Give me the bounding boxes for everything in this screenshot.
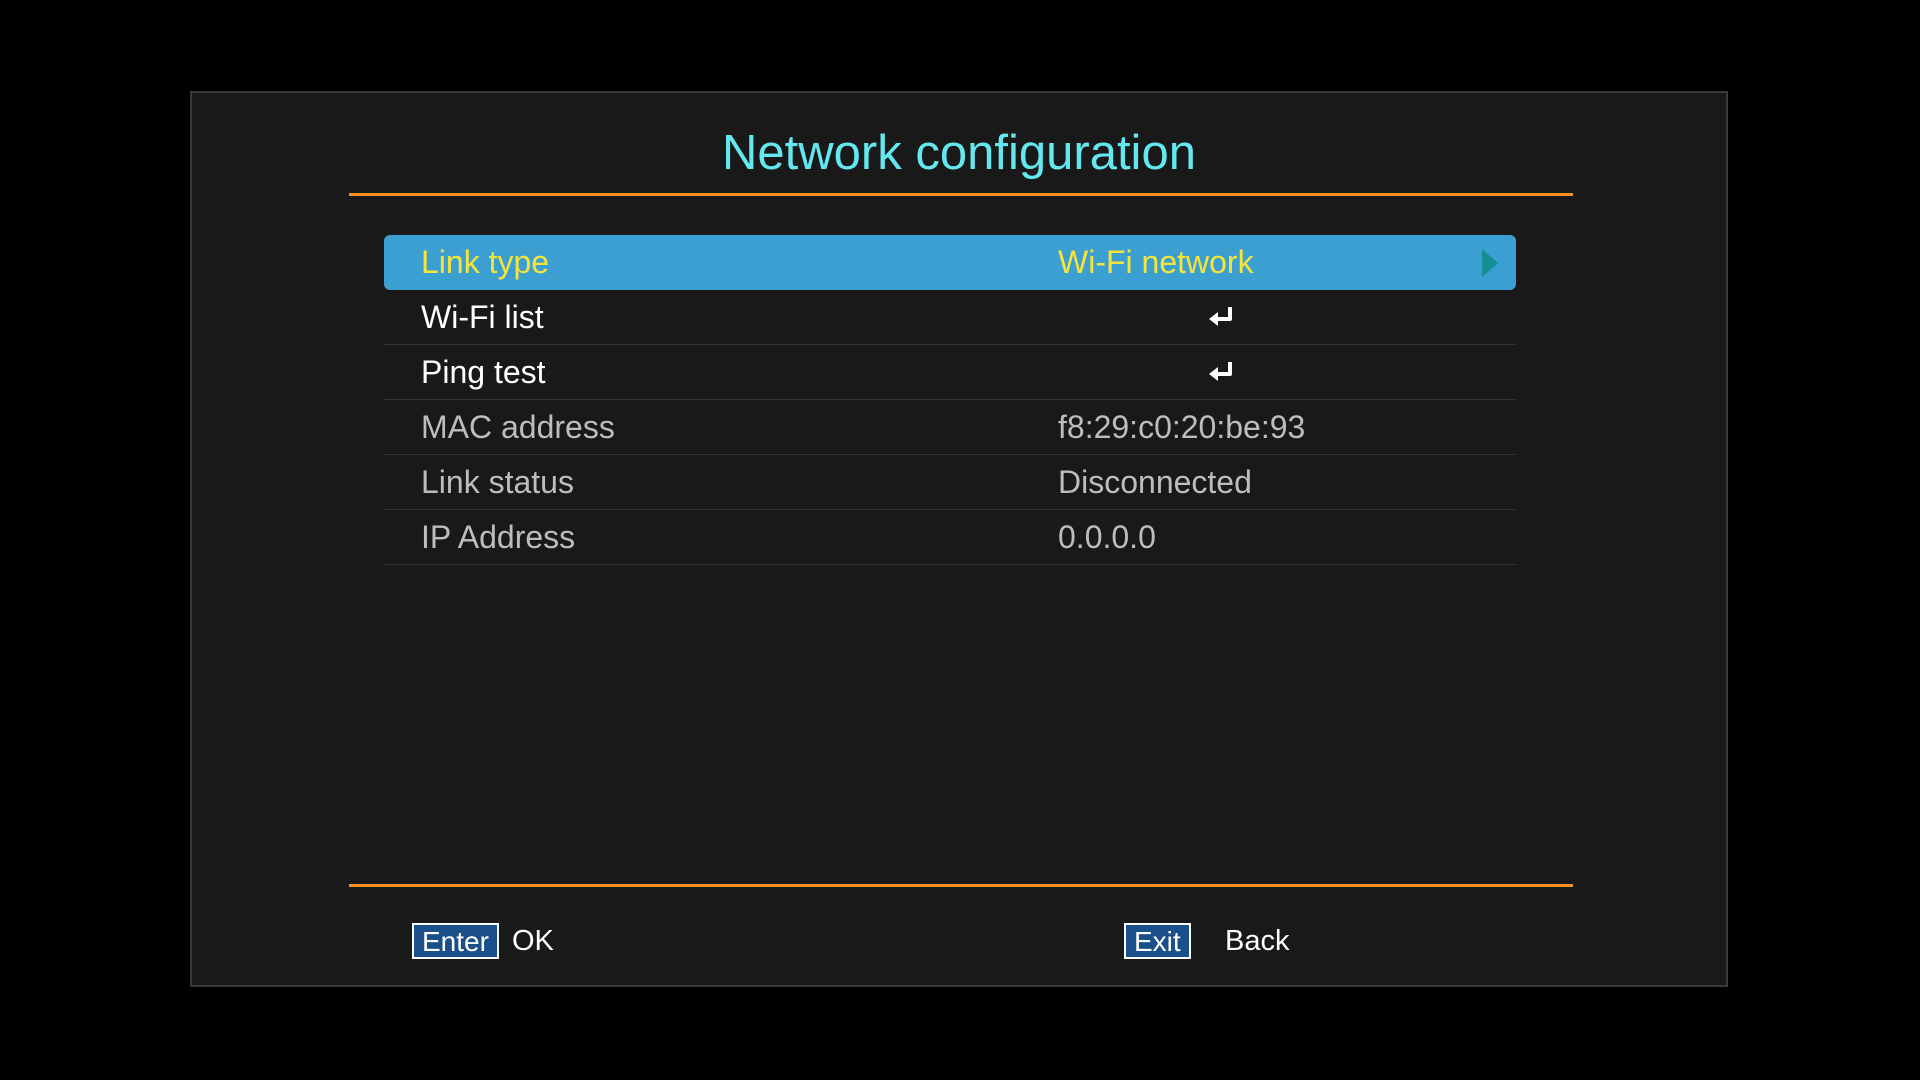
enter-return-icon [1209, 362, 1232, 381]
network-config-panel: Network configuration Link type Wi-Fi ne… [190, 91, 1728, 987]
page-title: Network configuration [722, 126, 1196, 180]
menu-item-label: IP Address [421, 519, 576, 555]
menu-item-ip-address: IP Address 0.0.0.0 [384, 510, 1516, 565]
link-type-value: Wi-Fi network [1058, 244, 1254, 280]
menu-item-label: Wi-Fi list [421, 299, 544, 335]
enter-return-icon [1209, 307, 1232, 326]
menu-item-mac-address: MAC address f8:29:c0:20:be:93 [384, 400, 1516, 455]
exit-key-hint[interactable]: Exit [1124, 923, 1191, 959]
menu-item-label: Link status [421, 464, 574, 500]
exit-action-label: Back [1225, 925, 1290, 957]
settings-menu: Link type Wi-Fi network Wi-Fi list Ping … [384, 235, 1516, 565]
top-divider [349, 193, 1573, 196]
mac-address-value: f8:29:c0:20:be:93 [1058, 409, 1306, 445]
bottom-divider [349, 884, 1573, 887]
menu-item-label: MAC address [421, 409, 615, 445]
menu-item-label: Ping test [421, 354, 546, 390]
menu-item-link-type[interactable]: Link type Wi-Fi network [384, 235, 1516, 290]
enter-action-label: OK [512, 925, 554, 957]
menu-item-link-status: Link status Disconnected [384, 455, 1516, 510]
menu-item-label: Link type [421, 244, 550, 280]
menu-item-ping-test[interactable]: Ping test [384, 345, 1516, 400]
enter-key-hint[interactable]: Enter [412, 923, 499, 959]
link-status-value: Disconnected [1058, 464, 1252, 500]
menu-item-wifi-list[interactable]: Wi-Fi list [384, 290, 1516, 345]
ip-address-value: 0.0.0.0 [1058, 519, 1156, 555]
right-arrow-icon[interactable] [1482, 249, 1498, 277]
